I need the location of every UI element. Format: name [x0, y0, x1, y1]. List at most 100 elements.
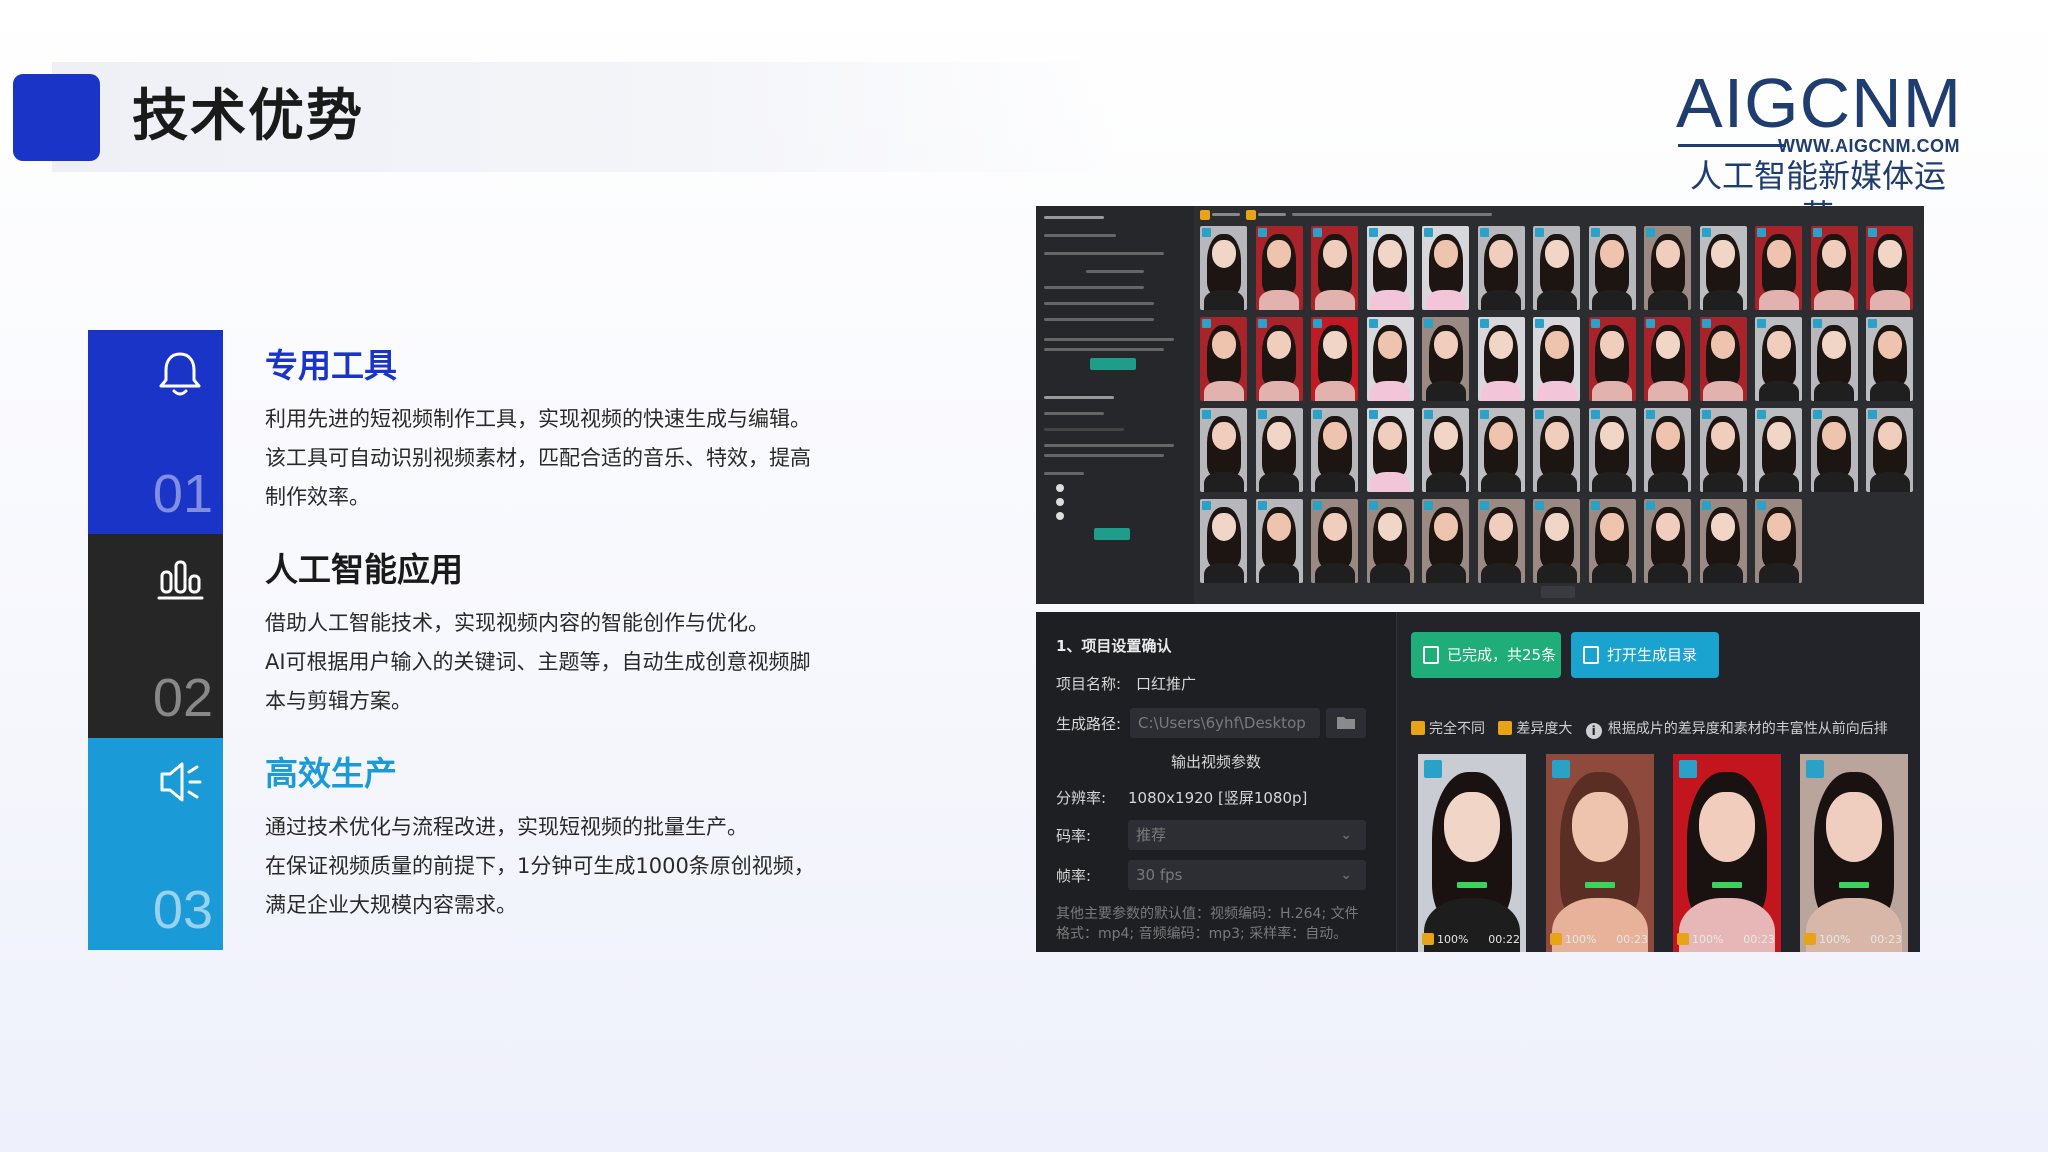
thumbnail-graphic — [1314, 563, 1355, 583]
thumbnail-graphic — [1544, 240, 1569, 268]
checkbox-icon — [1757, 501, 1766, 510]
checkbox-icon — [1868, 228, 1877, 237]
bitrate-select: 推荐 ⌄ — [1128, 820, 1366, 850]
video-thumbnail — [1200, 499, 1247, 583]
video-thumbnail — [1255, 499, 1303, 583]
thumbnail-graphic — [1489, 240, 1513, 268]
thumbnail-graphic — [1536, 290, 1577, 310]
checkbox-icon — [1257, 228, 1267, 237]
checkbox-icon — [1535, 228, 1544, 237]
checkbox-icon — [1701, 319, 1711, 328]
sidebar-text-line — [1044, 396, 1114, 399]
checkbox-icon — [1257, 501, 1267, 510]
feature-text-2: 人工智能应用 借助人工智能技术，实现视频内容的智能创作与优化。 AI可根据用户输… — [265, 548, 865, 721]
checkbox-icon — [1202, 228, 1211, 237]
thumbnail-graphic — [1322, 513, 1347, 541]
thumbnail-graphic — [1378, 422, 1402, 450]
feature-number: 01 — [152, 464, 213, 524]
thumbnail-graphic — [1592, 381, 1632, 401]
checkbox-icon — [1479, 410, 1489, 419]
sidebar-text-line — [1086, 270, 1144, 273]
video-thumbnail — [1255, 226, 1303, 310]
checkbox-icon — [1868, 410, 1877, 419]
video-thumbnail — [1366, 408, 1414, 492]
thumbnail-graphic — [1481, 472, 1521, 492]
thumbnail-graphic — [1572, 792, 1628, 862]
feature-number: 02 — [152, 668, 213, 728]
thumbnail-percent: 100% — [1692, 933, 1724, 946]
thumbnail-graphic — [1211, 240, 1236, 268]
tag-all-different: 完全不同 — [1429, 721, 1485, 737]
thumb-up-icon — [1422, 933, 1434, 945]
thumbnail-graphic — [1211, 331, 1236, 359]
checkbox-icon — [1479, 501, 1489, 510]
checkbox-icon — [1479, 228, 1489, 237]
project-name-label: 项目名称: — [1056, 675, 1122, 693]
thumbnail-graphic — [1259, 472, 1299, 492]
speaker-icon — [160, 762, 202, 802]
thumbnail-graphic — [1378, 240, 1402, 268]
thumbnail-graphic — [1758, 290, 1799, 310]
thumbnail-graphic — [1655, 331, 1680, 359]
video-thumbnail — [1477, 226, 1525, 310]
done-button: 已完成，共25条 — [1411, 632, 1561, 678]
thumbnail-graphic — [1826, 792, 1882, 862]
defaults-note: 格式：mp4; 音频编码：mp3; 采样率：自动。 — [1056, 926, 1348, 942]
thumbnail-graphic — [1647, 290, 1688, 310]
thumbnail-graphic — [1378, 331, 1402, 359]
folder-open-icon — [1583, 646, 1599, 664]
thumbnail-graphic — [1259, 381, 1299, 401]
thumbnail-graphic — [1766, 422, 1791, 450]
video-thumbnail — [1200, 317, 1247, 401]
thumbnail-graphic — [1869, 381, 1910, 401]
thumbnail-graphic — [1433, 331, 1458, 359]
thumbnail-graphic — [1370, 472, 1410, 492]
grid-toolbar — [1196, 206, 1924, 224]
thumbnail-graphic — [1585, 882, 1615, 888]
thumbnail-graphic — [1536, 563, 1577, 583]
thumbnail-graphic — [1703, 381, 1743, 401]
thumbnail-graphic — [1600, 331, 1624, 359]
open-output-folder-button: 打开生成目录 — [1571, 632, 1719, 678]
thumbnail-graphic — [1758, 563, 1799, 583]
thumbnail-graphic — [1814, 381, 1854, 401]
checkbox-icon — [1424, 410, 1433, 419]
open-button-label: 打开生成目录 — [1607, 646, 1698, 664]
sidebar-button — [1094, 528, 1130, 540]
video-thumbnail — [1422, 226, 1469, 310]
feature-line: 利用先进的短视频制作工具，实现视频的快速生成与编辑。 — [265, 407, 811, 431]
sidebar-text-line — [1044, 338, 1174, 341]
checkbox-icon — [1646, 319, 1655, 328]
checkbox-icon — [1202, 410, 1211, 419]
thumbnail-graphic — [1822, 240, 1846, 268]
feature-line: 该工具可自动识别视频素材，匹配合适的音乐、特效，提高 — [265, 446, 811, 470]
feature-line: 本与剪辑方案。 — [265, 689, 412, 713]
radio-option — [1056, 498, 1064, 506]
checkbox-icon — [1313, 319, 1322, 328]
logo-rule — [1678, 144, 1786, 147]
video-thumbnail: 100% 00:22 — [1418, 754, 1526, 952]
checkbox-icon — [1701, 501, 1711, 510]
thumbnail-graphic — [1758, 381, 1799, 401]
thumbnail-meta: 100% 00:23 — [1804, 932, 1904, 948]
thumbnail-graphic — [1814, 290, 1854, 310]
video-thumbnail — [1588, 408, 1636, 492]
thumbnail-graphic — [1314, 472, 1355, 492]
thumb-up-icon — [1804, 933, 1816, 945]
checkbox-icon — [1313, 501, 1322, 510]
framerate-value: 30 fps — [1136, 866, 1183, 884]
sidebar-text-line — [1044, 216, 1104, 219]
document-icon — [1423, 646, 1439, 664]
thumbnail-graphic — [1259, 290, 1299, 310]
video-thumbnail — [1477, 408, 1525, 492]
output-path-label: 生成路径: — [1056, 715, 1122, 733]
sidebar-text-line — [1044, 318, 1154, 321]
tag-large-diff: 差异度大 — [1516, 721, 1573, 737]
video-thumbnail — [1755, 499, 1802, 583]
video-thumbnail — [1810, 226, 1858, 310]
logo-wordmark: AIGCNM — [1676, 64, 1962, 142]
framerate-label: 帧率: — [1056, 867, 1092, 885]
thumbnail-graphic — [1425, 472, 1466, 492]
feature-number: 03 — [152, 880, 213, 940]
thumbnail-graphic — [1711, 422, 1735, 450]
